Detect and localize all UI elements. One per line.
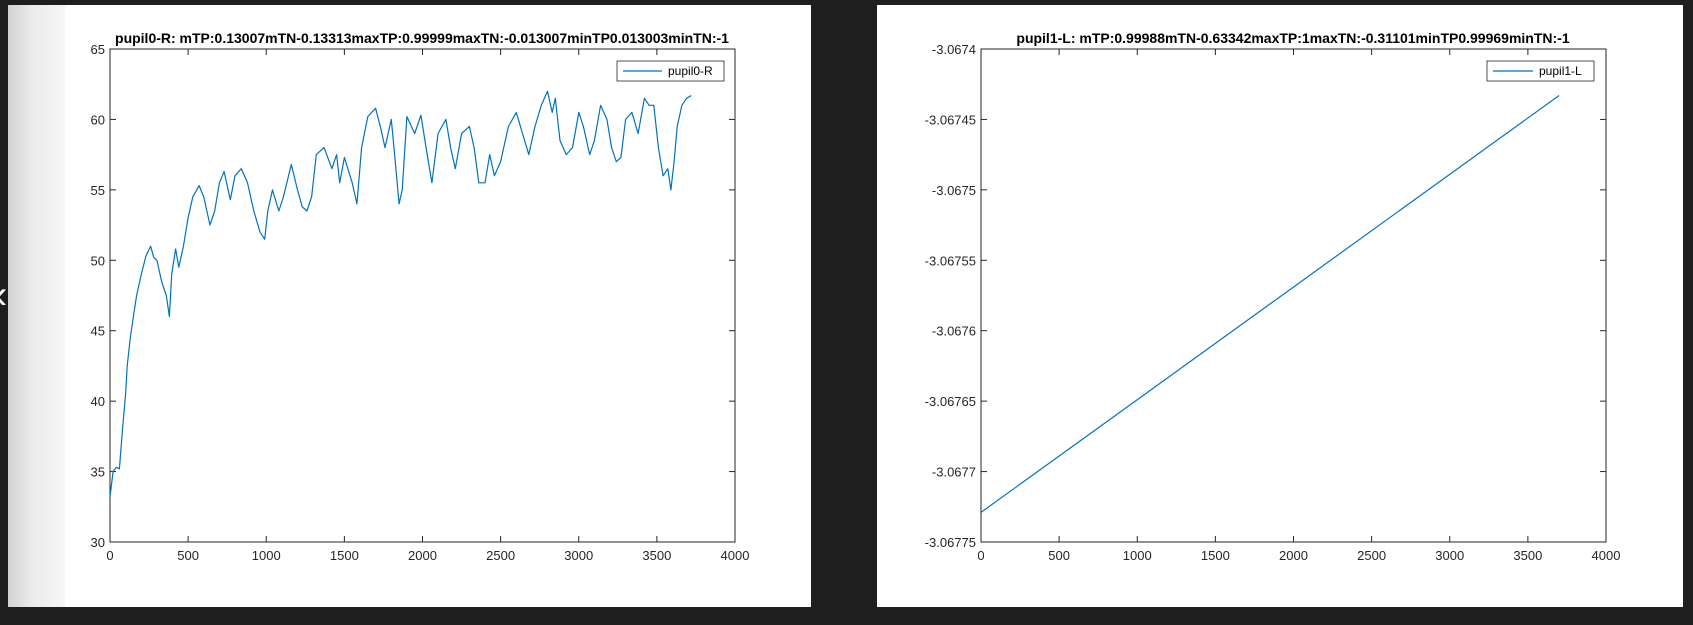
x-tick-label: 0 <box>106 548 113 563</box>
x-tick-label: 3000 <box>564 548 593 563</box>
x-tick-label: 4000 <box>721 548 750 563</box>
x-tick-label: 1500 <box>1201 548 1230 563</box>
y-tick-label: 35 <box>91 465 105 480</box>
y-tick-label: 65 <box>91 42 105 57</box>
y-tick-label: 60 <box>91 112 105 127</box>
x-tick-label: 1000 <box>1123 548 1152 563</box>
y-tick-label: 55 <box>91 183 105 198</box>
chart-pupil1-l: pupil1-L: mTP:0.99988mTN-0.63342maxTP:1m… <box>925 30 1621 563</box>
x-tick-label: 0 <box>977 548 984 563</box>
x-tick-label: 500 <box>1048 548 1070 563</box>
x-tick-label: 3500 <box>1513 548 1542 563</box>
legend: pupil1-L <box>1486 60 1595 82</box>
x-tick-label: 2000 <box>1279 548 1308 563</box>
y-tick-label: 50 <box>91 253 105 268</box>
y-tick-label: 40 <box>91 394 105 409</box>
y-tick-label: -3.06775 <box>925 535 976 550</box>
y-tick-label: -3.06745 <box>925 112 976 127</box>
y-tick-label: -3.0676 <box>932 324 976 339</box>
x-tick-label: 3500 <box>642 548 671 563</box>
x-tick-label: 2000 <box>408 548 437 563</box>
x-tick-label: 1000 <box>252 548 281 563</box>
legend-label: pupil1-L <box>1539 64 1582 78</box>
x-tick-label: 1500 <box>330 548 359 563</box>
x-tick-label: 2500 <box>486 548 515 563</box>
y-tick-label: -3.0675 <box>932 183 976 198</box>
chart-title: pupil1-L: mTP:0.99988mTN-0.63342maxTP:1m… <box>1016 30 1569 46</box>
chart-title: pupil0-R: mTP:0.13007mTN-0.13313maxTP:0.… <box>115 30 729 46</box>
y-tick-label: -3.06755 <box>925 253 976 268</box>
x-tick-label: 500 <box>177 548 199 563</box>
x-tick-label: 2500 <box>1357 548 1386 563</box>
x-tick-label: 4000 <box>1592 548 1621 563</box>
chart-pupil0-r: pupil0-R: mTP:0.13007mTN-0.13313maxTP:0.… <box>91 30 750 563</box>
y-tick-label: 45 <box>91 324 105 339</box>
y-tick-label: -3.0674 <box>932 42 976 57</box>
y-tick-label: -3.06765 <box>925 394 976 409</box>
charts-canvas: pupil0-R: mTP:0.13007mTN-0.13313maxTP:0.… <box>91 30 1621 563</box>
y-tick-label: -3.0677 <box>932 465 976 480</box>
x-tick-label: 3000 <box>1435 548 1464 563</box>
legend-label: pupil0-R <box>668 64 713 78</box>
y-tick-label: 30 <box>91 535 105 550</box>
legend: pupil0-R <box>616 60 725 82</box>
plot-area <box>980 48 1607 543</box>
